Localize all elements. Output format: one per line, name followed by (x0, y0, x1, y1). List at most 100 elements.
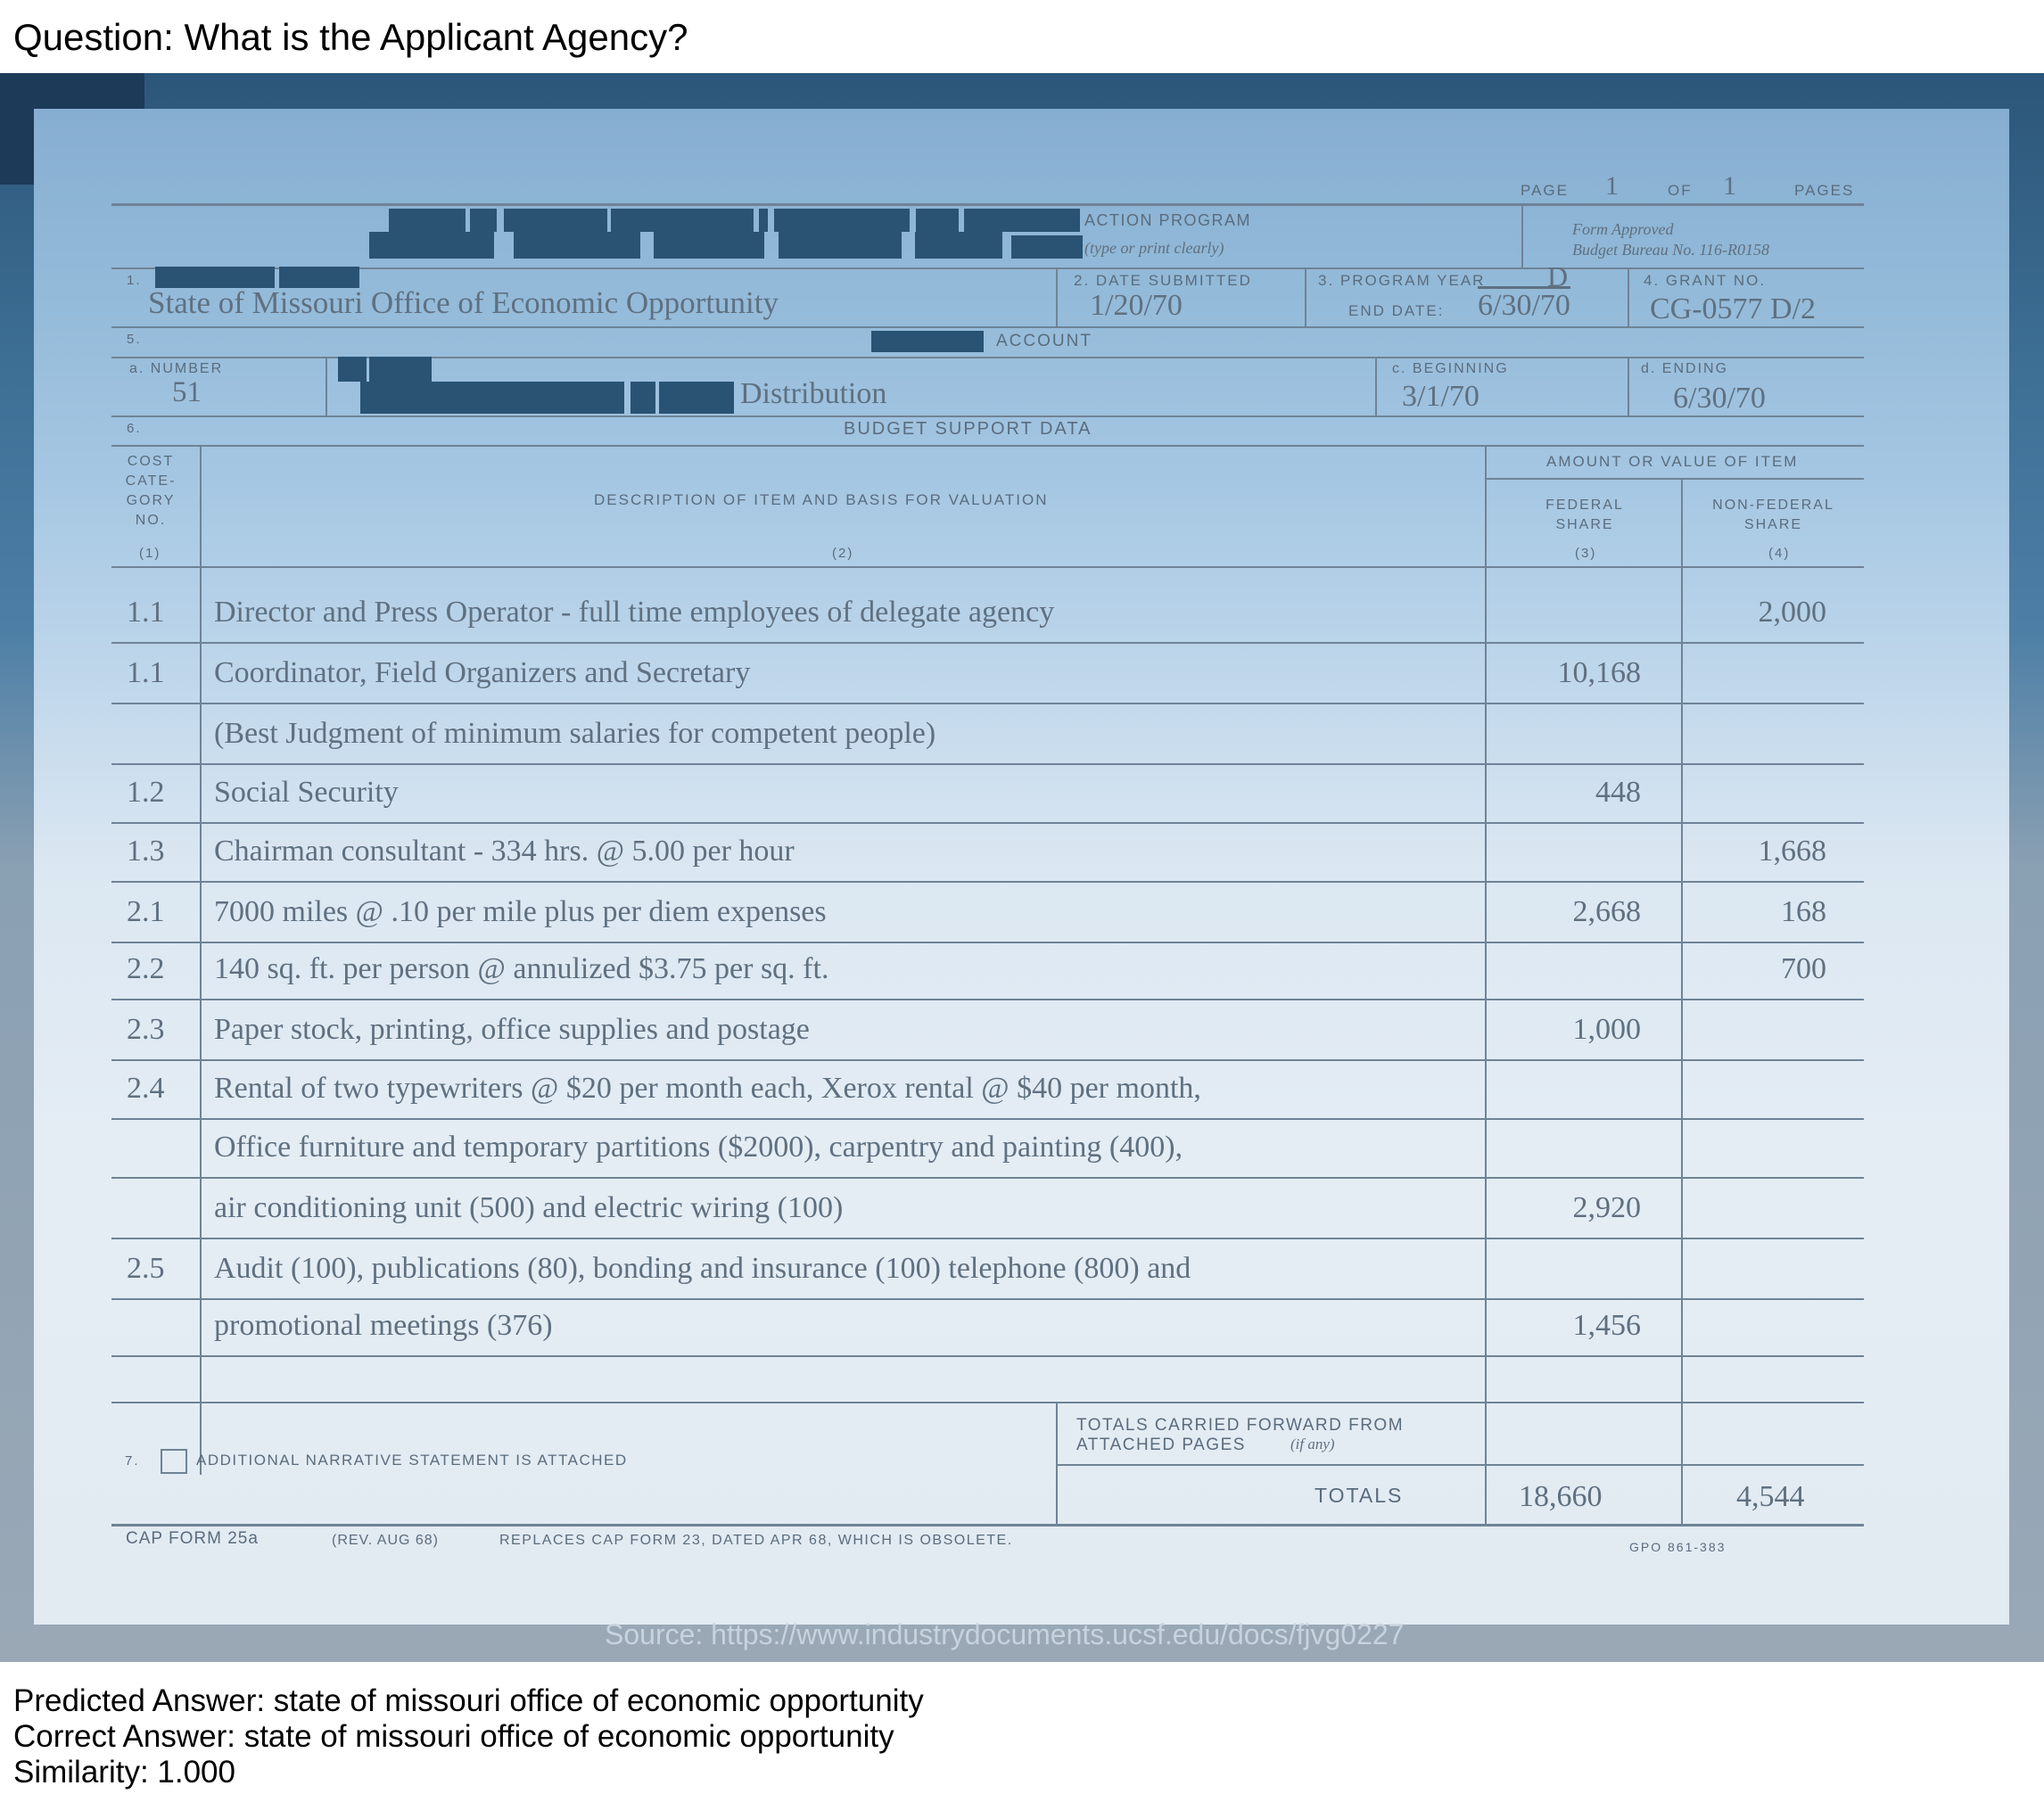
amount-header: AMOUNT OR VALUE OF ITEM (1546, 453, 1799, 470)
non-federal-share-value: 1,668 (1758, 835, 1827, 868)
if-any-note: (if any) (1290, 1436, 1335, 1452)
table-row-rule (111, 763, 1864, 765)
redaction-block (490, 382, 624, 414)
budget-bureau-number: Budget Bureau No. 116-R0158 (1572, 241, 1769, 259)
end-date-label: END DATE: (1348, 302, 1445, 319)
item-description: Social Security (214, 776, 399, 809)
cost-category-header: COST CATE- GORY NO. (125, 454, 177, 528)
redaction-block (369, 232, 494, 259)
of-number: 1 (1723, 171, 1736, 201)
row-rule (111, 566, 1864, 568)
row-rule (1056, 1464, 1864, 1466)
cap-form-id: CAP FORM 25a (126, 1529, 259, 1548)
redaction-block (470, 209, 497, 232)
vertical-rule (1628, 357, 1629, 416)
form-title: ACTION PROGRAM (1084, 211, 1252, 229)
table-row-rule (111, 822, 1864, 824)
predicted-answer: Predicted Answer: state of missouri offi… (13, 1683, 924, 1718)
category-number: 2.4 (127, 1072, 165, 1105)
grant-no-label: 4. GRANT NO. (1644, 272, 1767, 289)
row-rule (111, 445, 1864, 447)
question-text: Question: What is the Applicant Agency? (13, 16, 688, 58)
form-title-note: (type or print clearly) (1084, 239, 1224, 257)
redaction-block (964, 209, 1080, 232)
item-description: Paper stock, printing, office supplies a… (214, 1013, 810, 1046)
redaction-block (871, 331, 984, 352)
category-number: 1.2 (127, 776, 165, 809)
non-federal-share-value: 700 (1781, 952, 1826, 985)
correct-answer: Correct Answer: state of missouri office… (13, 1719, 894, 1754)
row-rule (111, 267, 1864, 269)
account-number: 51 (172, 376, 202, 408)
item-description: Chairman consultant - 334 hrs. @ 5.00 pe… (214, 835, 795, 868)
category-number: 2.2 (127, 952, 165, 985)
redaction-block (915, 232, 1002, 259)
vertical-rule (1485, 445, 1487, 1524)
field-1-number: 1. (127, 273, 142, 288)
gpo-number: GPO 861-383 (1629, 1540, 1727, 1554)
item-description: Director and Press Operator - full time … (214, 596, 1055, 629)
table-row-rule (111, 1298, 1864, 1300)
beginning-value: 3/1/70 (1402, 380, 1479, 413)
category-number: 1.1 (127, 656, 165, 689)
col3-number: (3) (1575, 546, 1597, 561)
field-7-number: 7. (125, 1453, 140, 1469)
row-rule (111, 416, 1864, 417)
date-submitted-label: 2. DATE SUBMITTED (1074, 272, 1252, 289)
of-label: OF (1668, 182, 1693, 199)
table-row-rule (111, 1238, 1864, 1239)
vertical-rule (200, 445, 202, 1475)
vertical-rule (1305, 267, 1306, 326)
item-description: Rental of two typewriters @ $20 per mont… (214, 1072, 1201, 1105)
vertical-rule (1375, 357, 1377, 416)
col2-number: (2) (832, 546, 854, 561)
redaction-block (369, 357, 432, 382)
account-name: Distribution (740, 377, 887, 410)
redaction-block (779, 232, 902, 259)
revision-date: (REV. AUG 68) (332, 1533, 440, 1548)
vertical-rule (1056, 1402, 1058, 1524)
vertical-rule (1681, 478, 1683, 1524)
similarity-score: Similarity: 1.000 (13, 1755, 235, 1790)
page-number: 1 (1605, 171, 1619, 201)
pages-label: PAGES (1794, 182, 1855, 199)
redaction-block (759, 209, 768, 232)
table-row-rule (111, 942, 1864, 943)
ending-value: 6/30/70 (1673, 382, 1766, 415)
redaction-block (631, 382, 655, 414)
narrative-checkbox[interactable] (161, 1449, 187, 1474)
table-row-rule (111, 1118, 1864, 1120)
category-number: 2.1 (127, 895, 165, 928)
row-rule (111, 1402, 1864, 1403)
item-description: Office furniture and temporary partition… (214, 1131, 1183, 1164)
federal-share-value: 448 (1595, 776, 1641, 809)
redaction-block (1011, 235, 1083, 259)
federal-share-value: 2,920 (1572, 1191, 1642, 1224)
table-row-rule (111, 999, 1864, 1000)
redaction-block (338, 357, 367, 382)
top-rule (111, 203, 1864, 206)
row-rule (1485, 478, 1864, 480)
col4-number: (4) (1768, 546, 1791, 561)
page-label: PAGE (1521, 182, 1569, 199)
redaction-block (916, 209, 959, 232)
federal-share-header: FEDERAL SHARE (1545, 498, 1624, 532)
description-header: DESCRIPTION OF ITEM AND BASIS FOR VALUAT… (594, 491, 1049, 508)
carried-forward-label: TOTALS CARRIED FORWARD FROM (1076, 1416, 1405, 1435)
program-year-label: 3. PROGRAM YEAR (1318, 272, 1486, 289)
ending-label: d. ENDING (1641, 361, 1729, 376)
redaction-block (389, 209, 466, 232)
document-scan: PAGE 1 OF 1 PAGES ACTION PROGRAM (type o… (0, 73, 2044, 1662)
grant-no-value: CG-0577 D/2 (1650, 292, 1817, 325)
account-label: ACCOUNT (996, 332, 1092, 350)
row-rule (111, 326, 1864, 328)
form-approved: Form Approved (1572, 220, 1674, 238)
table-row-rule (111, 642, 1864, 644)
redaction-block (774, 209, 910, 232)
table-row-rule (111, 1355, 1864, 1357)
federal-share-value: 2,668 (1572, 895, 1642, 928)
vertical-rule (1056, 267, 1058, 326)
table-row-rule (111, 1177, 1864, 1179)
vertical-rule (1521, 205, 1523, 267)
federal-share-value: 1,000 (1572, 1013, 1642, 1046)
